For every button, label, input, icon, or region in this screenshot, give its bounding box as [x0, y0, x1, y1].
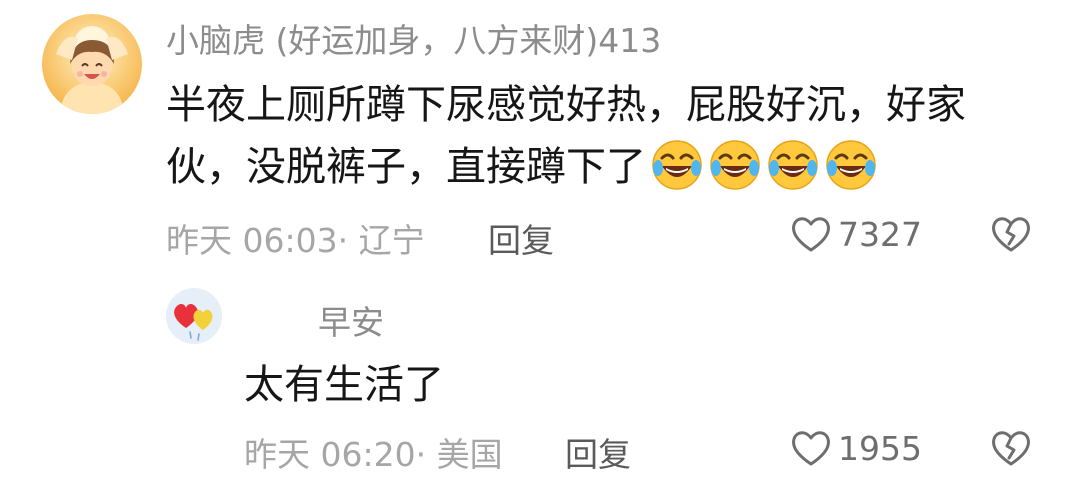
user-avatar[interactable] [42, 14, 142, 114]
reply-timestamp-location: 昨天 06:20· 美国 [244, 435, 503, 474]
reply-text: 太有生活了 [244, 362, 444, 408]
rofl-emoji-icon [766, 138, 820, 192]
avatar-cartoon-girl-icon [42, 14, 142, 114]
rofl-emoji-icon [708, 138, 762, 192]
comment-text: 半夜上厕所蹲下尿感觉好热，屁股好沉，好家伙，没脱裤子，直接蹲下了 [166, 74, 1036, 198]
reply-username[interactable]: 早安 [318, 296, 384, 344]
broken-heart-icon [992, 217, 1030, 252]
like-button[interactable]: 7327 [790, 214, 922, 254]
like-count: 7327 [838, 214, 922, 254]
heart-outline-icon [792, 217, 830, 252]
rofl-emoji-icon [824, 138, 878, 192]
like-count: 1955 [838, 428, 922, 468]
reply-button[interactable]: 回复 [565, 428, 631, 476]
avatar-hearts-icon [166, 288, 222, 344]
comment-timestamp-location: 昨天 06:03· 辽宁 [166, 221, 425, 260]
like-button[interactable]: 1955 [790, 428, 922, 468]
dislike-button[interactable] [990, 214, 1032, 254]
heart-outline-icon [792, 431, 830, 466]
broken-heart-icon [992, 431, 1030, 466]
user-avatar[interactable] [166, 288, 222, 344]
dislike-button[interactable] [990, 428, 1032, 468]
comment-username[interactable]: 小脑虎 (好运加身，八方来财)413 [166, 14, 661, 62]
reply-button[interactable]: 回复 [488, 214, 554, 262]
rofl-emoji-icon [650, 138, 704, 192]
